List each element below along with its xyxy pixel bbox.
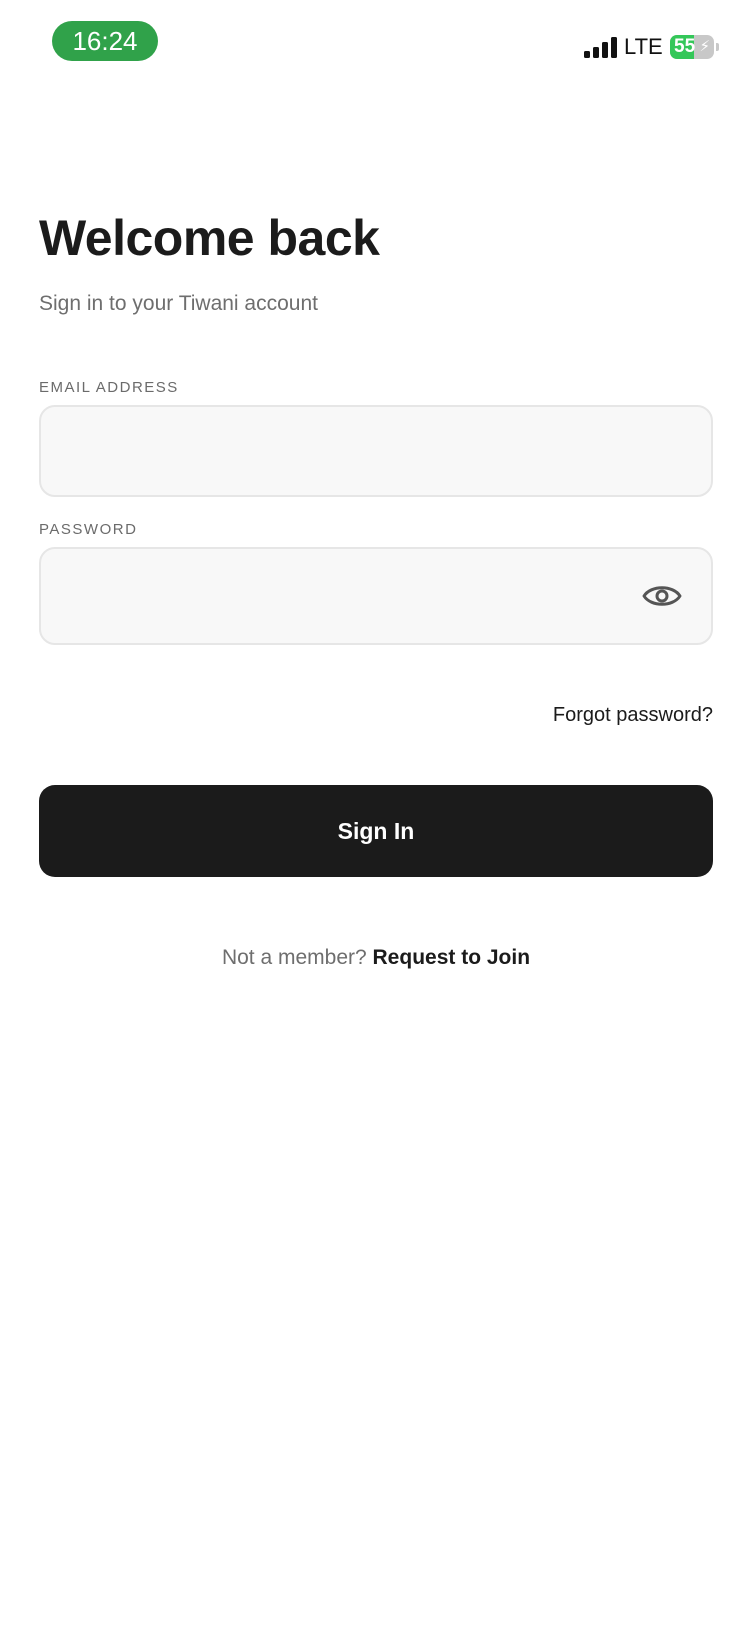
password-field[interactable] <box>39 547 713 645</box>
email-label: EMAIL ADDRESS <box>39 379 179 396</box>
charging-bolt-icon: ⚡ <box>699 38 710 55</box>
join-row: Not a member? Request to Join <box>0 944 752 972</box>
join-prompt: Not a member? <box>221 946 373 969</box>
battery-icon: 55 ⚡ <box>670 35 714 59</box>
status-bar: 16:24 LTE 55 ⚡ <box>0 0 752 90</box>
cellular-signal-icon <box>584 36 618 58</box>
email-field[interactable] <box>39 405 713 497</box>
sign-in-button[interactable]: Sign In <box>39 785 713 877</box>
battery-tip <box>716 43 719 51</box>
request-to-join-link[interactable]: Request to Join <box>373 946 531 969</box>
password-label: PASSWORD <box>39 521 138 538</box>
eye-icon <box>642 586 682 606</box>
show-password-toggle[interactable] <box>640 576 684 616</box>
network-type: LTE <box>624 34 663 59</box>
forgot-password-link[interactable]: Forgot password? <box>553 702 713 728</box>
status-time: 16:24 <box>52 21 158 61</box>
page-title: Welcome back <box>39 210 380 266</box>
page-subtitle: Sign in to your Tiwani account <box>39 292 318 315</box>
